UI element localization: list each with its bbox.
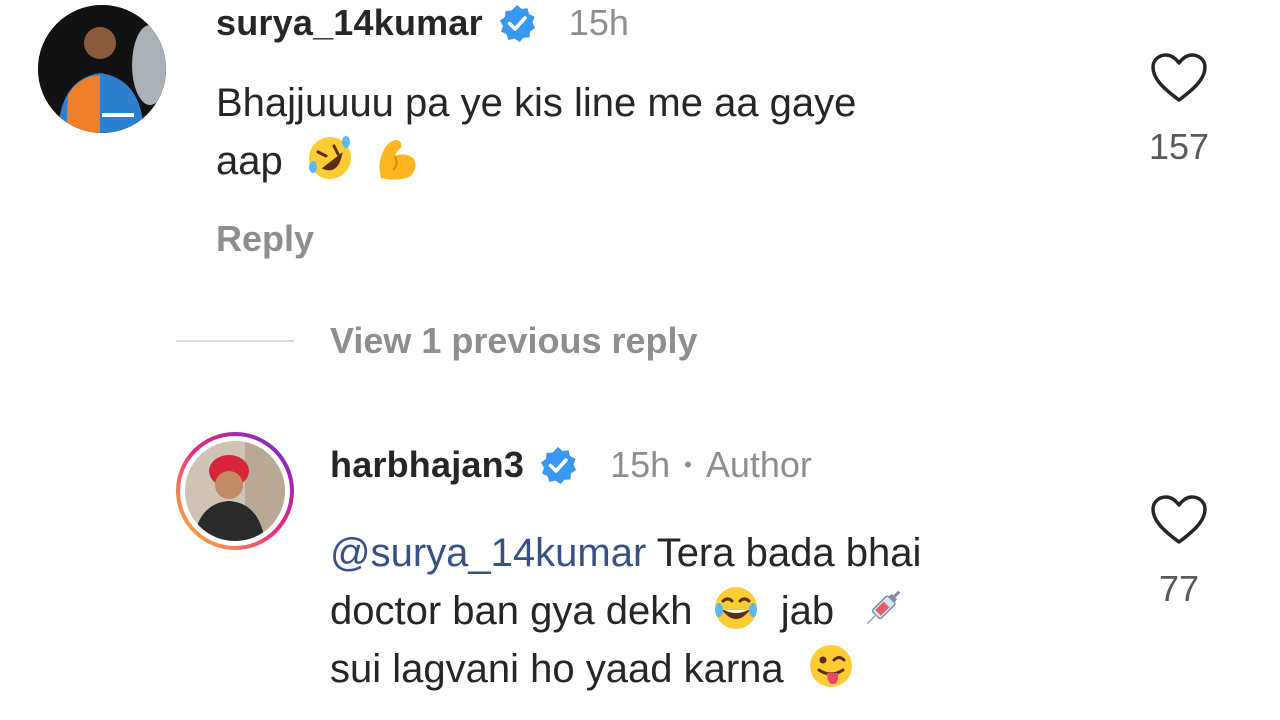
comment-line: Bhajjuuuu pa ye kis line me aa gaye — [216, 81, 857, 125]
heart-icon[interactable] — [1150, 52, 1208, 104]
reply-text-part: sui lagvani ho yaad karna — [330, 647, 784, 691]
avatar[interactable] — [38, 5, 166, 133]
avatar-image — [38, 5, 166, 133]
username[interactable]: surya_14kumar — [216, 2, 483, 44]
view-previous-replies[interactable]: View 1 previous reply — [176, 320, 698, 362]
verified-badge-icon — [541, 447, 577, 484]
reply-button[interactable]: Reply — [216, 218, 314, 260]
reply-line-1: @surya_14kumar Tera bada bhai — [330, 524, 1130, 582]
comment-time: 15h — [610, 444, 671, 485]
author-badge: Author — [705, 444, 812, 485]
comment-text: Bhajjuuuu pa ye kis line me aa gaye aap — [216, 74, 1116, 190]
rolling-laughing-emoji — [308, 136, 351, 179]
syringe-emoji — [867, 590, 901, 625]
mention-link[interactable]: @surya_14kumar — [330, 531, 646, 575]
verified-badge-icon — [499, 5, 535, 42]
comment-time: 15h — [568, 2, 629, 43]
divider-line — [176, 340, 294, 342]
like-count: 157 — [1148, 126, 1210, 167]
reply-line-3: sui lagvani ho yaad karna — [330, 640, 1130, 698]
reply-text-part: jab — [780, 589, 835, 633]
username[interactable]: harbhajan3 — [330, 444, 524, 486]
view-replies-label[interactable]: View 1 previous reply — [330, 320, 698, 362]
avatar-story-ring[interactable] — [176, 432, 294, 550]
tears-of-joy-emoji — [714, 587, 757, 629]
winking-tongue-emoji — [809, 645, 852, 687]
avatar-image — [185, 441, 285, 541]
heart-icon[interactable] — [1150, 494, 1208, 546]
reply-text-part: doctor ban gya dekh — [330, 589, 693, 633]
reply-line-2: doctor ban gya dekh jab — [330, 582, 1130, 640]
comment-line: aap — [216, 139, 283, 183]
reply-text-part: Tera bada bhai — [656, 531, 922, 575]
like-count: 77 — [1158, 568, 1200, 609]
flexed-biceps-emoji — [379, 140, 416, 180]
reply-text: @surya_14kumar Tera bada bhai doctor ban… — [330, 524, 1130, 698]
comment-line-with-emoji: aap — [216, 132, 1116, 190]
separator-dot: • — [684, 452, 692, 477]
